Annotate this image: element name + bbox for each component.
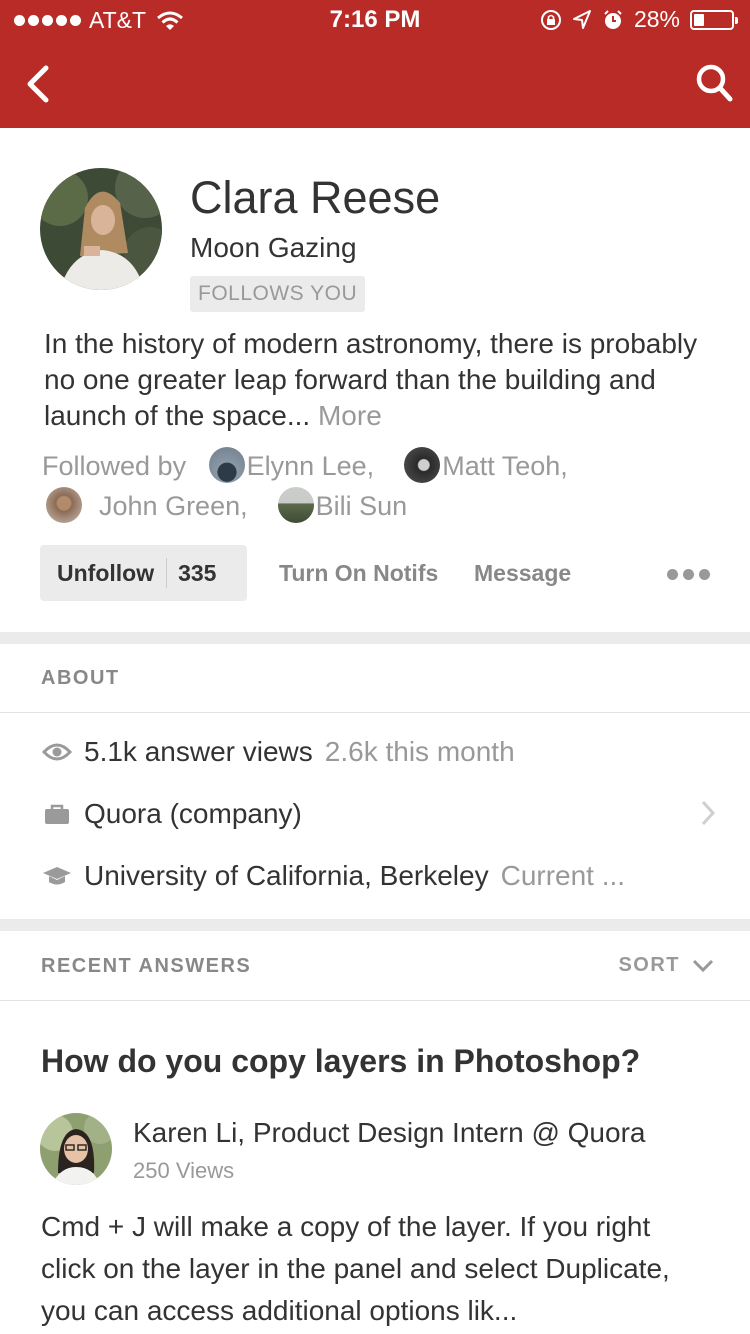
chevron-down-icon [692,959,714,972]
app-header: AT&T 7:16 PM 28% [0,0,750,128]
follower-avatar [404,446,441,483]
follower-name: Matt Teoh, [442,451,568,481]
follows-you-badge: FOLLOWS YOU [190,276,366,312]
views-month: 2.6k this month [324,736,515,767]
sort-button[interactable]: SORT [618,954,714,977]
eye-icon [42,743,72,761]
views-text: 5.1k answer views [84,736,313,767]
follower-john[interactable]: John Green, [42,486,248,523]
status-bar: AT&T 7:16 PM 28% [0,0,750,40]
follower-count: 335 [178,559,217,586]
about-education-row: University of California, Berkeley Curre… [42,860,625,892]
education-sub: Current ... [500,860,626,891]
answer-question[interactable]: How do you copy layers in Photoshop? [41,1043,640,1080]
profile-avatar[interactable] [40,168,162,290]
followed-by-label: Followed by [42,451,187,481]
battery-percent: 28% [633,6,680,32]
turn-on-notifs-button[interactable]: Turn On Notifs [279,560,438,587]
status-right: 28% [540,6,738,33]
section-divider [0,919,750,931]
follower-avatar [277,486,314,523]
about-heading: ABOUT [41,667,120,689]
answer-text[interactable]: Cmd + J will make a copy of the layer. I… [41,1206,711,1326]
profile-actions: Unfollow 335 Turn On Notifs Message [40,545,720,601]
profile-tagline: Moon Gazing [190,232,357,263]
recent-answers-heading: RECENT ANSWERS [41,955,252,977]
profile-name: Clara Reese [190,172,441,223]
graduation-cap-icon [43,867,71,885]
follower-avatar [208,446,245,483]
sort-label: SORT [618,954,680,976]
chevron-right-icon[interactable] [700,800,716,826]
follower-name: Elynn Lee, [246,451,375,481]
follower-name: John Green, [99,491,248,521]
follower-elynn[interactable]: Elynn Lee, [208,446,375,483]
follower-avatar [46,486,82,523]
divider [0,1000,750,1001]
unfollow-button[interactable]: Unfollow 335 [40,545,247,601]
divider [0,712,750,713]
unfollow-label: Unfollow [57,559,155,586]
back-button[interactable] [20,62,54,106]
followed-by: Followed by Elynn Lee, Matt Teoh, John G… [42,446,732,526]
battery-icon [690,9,738,30]
orientation-lock-icon [540,9,561,30]
answer-views: 250 Views [133,1158,235,1183]
more-link[interactable]: More [318,400,382,431]
alarm-icon [604,9,622,29]
answer-author-avatar[interactable] [40,1113,112,1185]
briefcase-icon [45,804,69,824]
about-employment-row[interactable]: Quora (company) [42,798,302,830]
search-button[interactable] [694,62,734,104]
message-button[interactable]: Message [474,560,571,587]
follower-bili[interactable]: Bili Sun [277,486,408,523]
section-divider [0,632,750,644]
profile-bio: In the history of modern astronomy, ther… [44,326,714,434]
answer-author[interactable]: Karen Li, Product Design Intern @ Quora [133,1117,645,1149]
unfollow-divider [166,558,168,588]
location-icon [572,9,591,29]
about-views-row: 5.1k answer views 2.6k this month [42,736,515,768]
more-dots-icon[interactable] [667,569,710,580]
employment-text: Quora (company) [84,798,302,829]
education-text: University of California, Berkeley [84,860,489,891]
follower-matt[interactable]: Matt Teoh, [404,446,568,483]
follower-name: Bili Sun [315,491,408,521]
